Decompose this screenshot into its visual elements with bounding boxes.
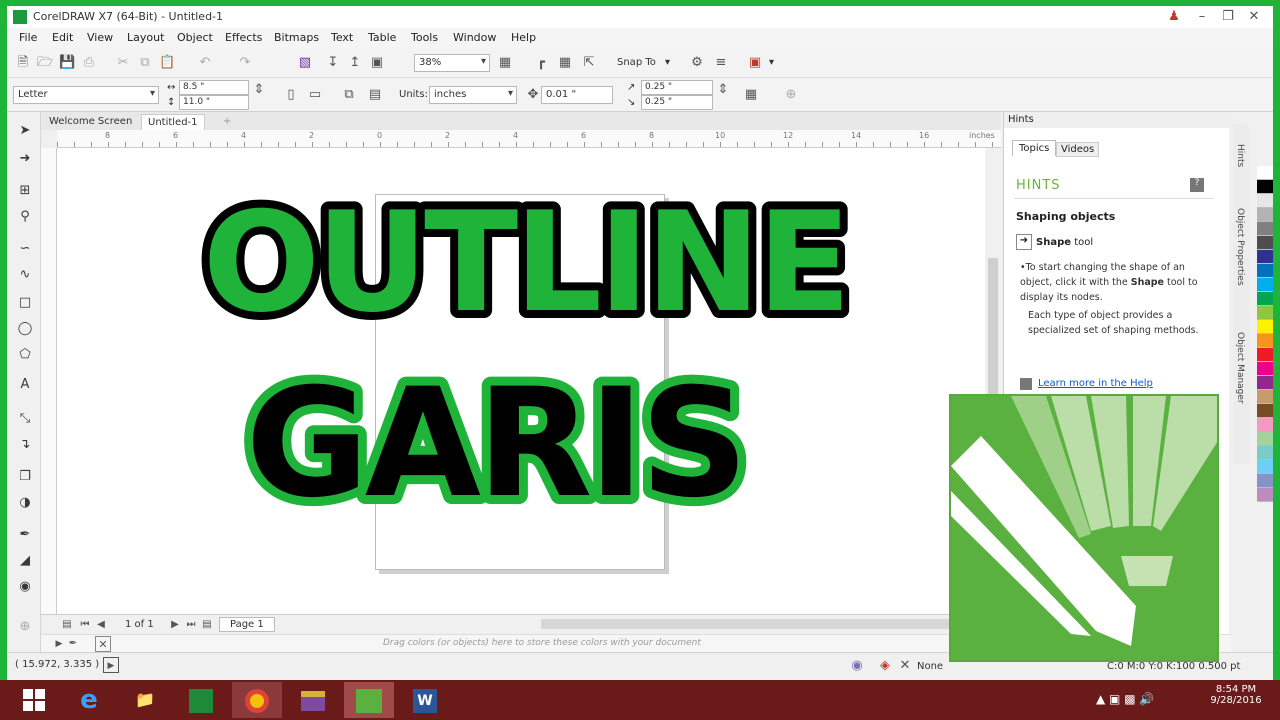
overlay-line-2: GARIS: [246, 357, 745, 531]
coreldraw-logo: [949, 394, 1219, 662]
coreldraw-balloon-pen-icon: [951, 396, 1217, 646]
overlay-line-1: OUTLINE: [203, 182, 848, 343]
